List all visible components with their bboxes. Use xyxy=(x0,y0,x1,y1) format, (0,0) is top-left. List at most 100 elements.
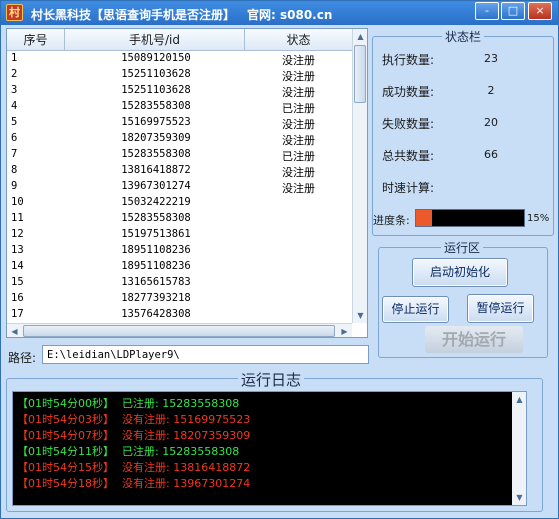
path-label: 路径: xyxy=(8,351,37,365)
row-index: 10 xyxy=(11,196,24,208)
table-row[interactable]: 9 13967301274 没注册 xyxy=(7,179,352,195)
log-time: 【01时54分15秒】 xyxy=(17,461,114,474)
row-status: 没注册 xyxy=(282,134,315,147)
app-logo-icon: 村 xyxy=(6,4,23,21)
log-time: 【01时54分03秒】 xyxy=(17,413,114,426)
table-row[interactable]: 12 15197513861 xyxy=(7,227,352,243)
success-count-label: 成功数量: xyxy=(382,85,435,99)
table-header: 序号 手机号/id 状态 xyxy=(7,29,352,51)
scroll-thumb[interactable] xyxy=(354,45,366,103)
row-phone: 18951108236 xyxy=(121,244,191,256)
row-phone: 13967301274 xyxy=(121,180,191,192)
row-status: 没注册 xyxy=(282,182,315,195)
log-line: 【01时54分03秒】 没有注册: 15169975523 xyxy=(17,411,250,427)
init-button[interactable]: 启动初始化 xyxy=(412,258,508,287)
row-index: 17 xyxy=(11,308,24,320)
row-phone: 15169975523 xyxy=(121,116,191,128)
row-status: 没注册 xyxy=(282,86,315,99)
log-time: 【01时54分00秒】 xyxy=(17,397,114,410)
success-count-value: 2 xyxy=(487,84,495,97)
log-time: 【01时54分11秒】 xyxy=(17,445,114,458)
pause-button[interactable]: 暂停运行 xyxy=(467,294,534,323)
start-button[interactable]: 开始运行 xyxy=(425,326,523,353)
stop-button[interactable]: 停止运行 xyxy=(382,296,449,323)
row-index: 8 xyxy=(11,164,18,176)
log-scroll-down-icon[interactable]: ▼ xyxy=(512,490,526,505)
row-phone: 15032422219 xyxy=(121,196,191,208)
table-vertical-scrollbar[interactable]: ▲ ▼ xyxy=(352,29,367,323)
log-message: 没有注册: 13967301274 xyxy=(122,477,251,490)
row-index: 1 xyxy=(11,52,18,64)
table-row[interactable]: 6 18207359309 没注册 xyxy=(7,131,352,147)
row-status: 没注册 xyxy=(282,70,315,83)
fail-count-label: 失败数量: xyxy=(382,117,435,131)
table-row[interactable]: 2 15251103628 没注册 xyxy=(7,67,352,83)
log-vertical-scrollbar[interactable]: ▲ ▼ xyxy=(512,392,526,505)
table-row[interactable]: 8 13816418872 没注册 xyxy=(7,163,352,179)
row-index: 6 xyxy=(11,132,18,144)
log-message: 已注册: 15283558308 xyxy=(122,445,240,458)
table-row[interactable]: 15 13165615783 xyxy=(7,275,352,291)
row-phone: 18951108236 xyxy=(121,260,191,272)
row-index: 14 xyxy=(11,260,24,272)
table-row[interactable]: 5 15169975523 没注册 xyxy=(7,115,352,131)
log-line: 【01时54分07秒】 没有注册: 18207359309 xyxy=(17,427,250,443)
log-scroll-up-icon[interactable]: ▲ xyxy=(512,392,526,407)
log-output[interactable]: 【01时54分00秒】 已注册: 15283558308 【01时54分03秒】 没有… xyxy=(12,391,527,506)
row-index: 3 xyxy=(11,84,18,96)
row-phone: 15283558308 xyxy=(121,100,191,112)
row-status: 已注册 xyxy=(282,102,315,115)
scroll-left-icon[interactable]: ◀ xyxy=(7,324,22,337)
table-row[interactable]: 10 15032422219 xyxy=(7,195,352,211)
table-horizontal-scrollbar[interactable]: ◀ ▶ xyxy=(7,323,352,337)
column-header-phone[interactable]: 手机号/id xyxy=(65,29,245,51)
table-row[interactable]: 16 18277393218 xyxy=(7,291,352,307)
table-row[interactable]: 7 15283558308 已注册 xyxy=(7,147,352,163)
app-window: 村 村长黑科技【思语查询手机是否注册】 官网: s080.cn - □ × 序号… xyxy=(0,0,559,519)
row-index: 4 xyxy=(11,100,18,112)
total-count-value: 66 xyxy=(484,148,498,161)
executed-count-value: 23 xyxy=(484,52,498,65)
column-header-index[interactable]: 序号 xyxy=(7,29,65,51)
close-button[interactable]: × xyxy=(528,2,552,20)
table-row[interactable]: 1 15089120150 没注册 xyxy=(7,51,352,67)
table-row[interactable]: 3 15251103628 没注册 xyxy=(7,83,352,99)
scroll-right-icon[interactable]: ▶ xyxy=(337,324,352,337)
total-count-label: 总共数量: xyxy=(382,149,435,163)
executed-count-label: 执行数量: xyxy=(382,53,435,67)
horizontal-scroll-thumb[interactable] xyxy=(23,325,335,337)
log-line: 【01时54分00秒】 已注册: 15283558308 xyxy=(17,395,239,411)
row-phone: 15089120150 xyxy=(121,52,191,64)
title-bar[interactable]: 村 村长黑科技【思语查询手机是否注册】 官网: s080.cn - □ × xyxy=(1,1,558,25)
official-site-text: 官网: s080.cn xyxy=(247,8,333,22)
table-row[interactable]: 4 15283558308 已注册 xyxy=(7,99,352,115)
row-index: 11 xyxy=(11,212,24,224)
path-input[interactable]: E:\leidian\LDPlayer9\ xyxy=(42,345,369,364)
run-panel-title: 运行区 xyxy=(441,239,484,256)
column-header-status[interactable]: 状态 xyxy=(245,29,352,51)
row-phone: 18277393218 xyxy=(121,292,191,304)
table-row[interactable]: 13 18951108236 xyxy=(7,243,352,259)
row-phone: 15251103628 xyxy=(121,84,191,96)
scroll-down-icon[interactable]: ▼ xyxy=(353,308,367,323)
table-row[interactable]: 11 15283558308 xyxy=(7,211,352,227)
table-row[interactable]: 14 18951108236 xyxy=(7,259,352,275)
row-phone: 18207359309 xyxy=(121,132,191,144)
log-message: 已注册: 15283558308 xyxy=(122,397,240,410)
phone-table[interactable]: 序号 手机号/id 状态 1 15089120150 没注册 2 15251103628… xyxy=(6,28,368,338)
row-index: 2 xyxy=(11,68,18,80)
table-row[interactable]: 17 13576428308 xyxy=(7,307,352,323)
minimize-button[interactable]: - xyxy=(475,2,499,20)
log-time: 【01时54分18秒】 xyxy=(17,477,114,490)
maximize-button[interactable]: □ xyxy=(501,2,525,20)
scroll-up-icon[interactable]: ▲ xyxy=(353,29,367,44)
progress-bar xyxy=(415,209,525,227)
status-panel-title: 状态栏 xyxy=(442,28,485,45)
row-phone: 13165615783 xyxy=(121,276,191,288)
log-message: 没有注册: 13816418872 xyxy=(122,461,251,474)
row-status: 已注册 xyxy=(282,150,315,163)
log-time: 【01时54分07秒】 xyxy=(17,429,114,442)
row-phone: 15283558308 xyxy=(121,148,191,160)
log-message: 没有注册: 15169975523 xyxy=(122,413,251,426)
row-phone: 15197513861 xyxy=(121,228,191,240)
